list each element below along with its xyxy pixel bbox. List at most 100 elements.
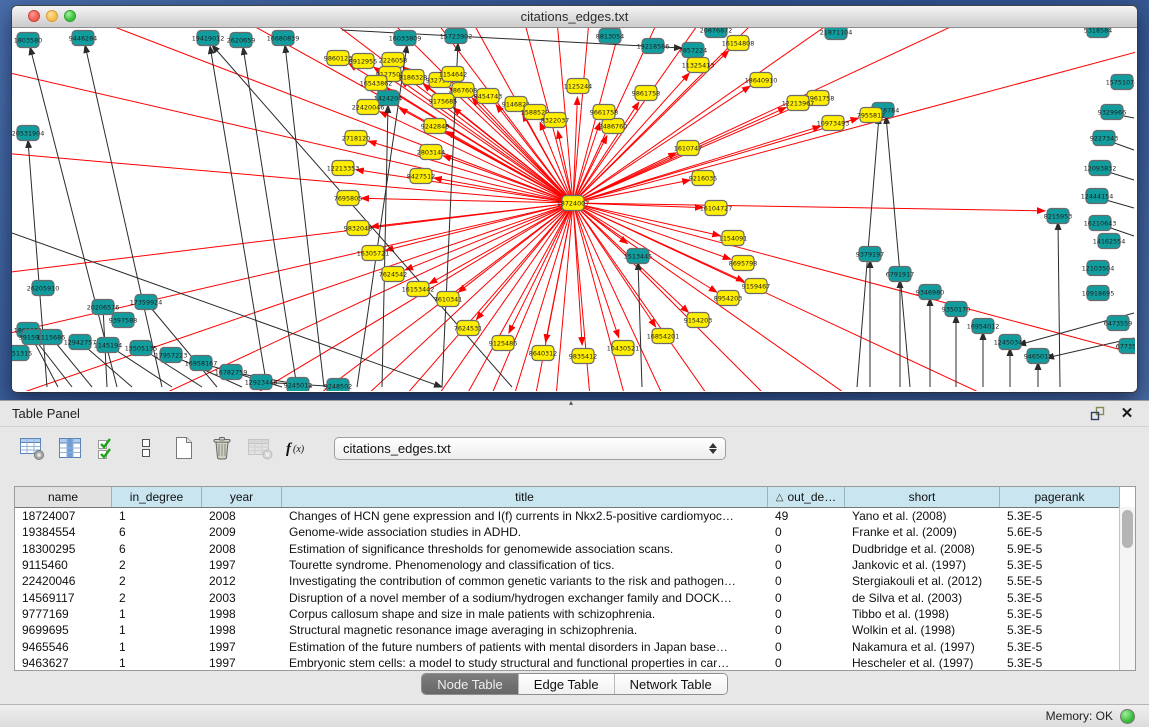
table-cell[interactable]: 14569117 — [15, 591, 112, 605]
table-cell[interactable]: Estimation of the future numbers of pati… — [282, 640, 768, 654]
table-cell[interactable]: Tibbo et al. (1998) — [845, 607, 1000, 621]
table-cell[interactable]: 5.3E-5 — [1000, 591, 1120, 605]
graph-node[interactable]: 8454743 — [474, 89, 502, 104]
table-cell[interactable]: Disruption of a novel member of a sodium… — [282, 591, 768, 605]
table-cell[interactable]: 2 — [112, 591, 202, 605]
graph-node[interactable]: 7610341 — [434, 292, 462, 307]
graph-node[interactable]: 2226058 — [379, 53, 407, 68]
table-cell[interactable]: Changes of HCN gene expression and I(f) … — [282, 509, 768, 523]
table-cell[interactable]: 1997 — [202, 558, 282, 572]
graph-node[interactable]: 5318584 — [1084, 28, 1112, 38]
new-column-icon[interactable] — [168, 432, 200, 464]
column-header-pagerank[interactable]: pagerank — [1000, 487, 1120, 507]
graph-node[interactable]: 9245012 — [284, 378, 312, 392]
table-cell[interactable]: 2008 — [202, 542, 282, 556]
graph-node[interactable]: 7624542 — [379, 267, 407, 282]
table-cell[interactable]: Jankovic et al. (1997) — [845, 558, 1000, 572]
table-cell[interactable]: 2003 — [202, 591, 282, 605]
table-dropdown[interactable]: citations_edges.txt — [334, 437, 726, 460]
graph-node[interactable]: 1154642 — [439, 67, 467, 82]
minimize-window-button[interactable] — [46, 10, 58, 22]
table-cell[interactable]: 9463627 — [15, 656, 112, 670]
graph-node[interactable]: 7695805 — [334, 191, 362, 206]
function-builder-icon[interactable]: f(x) — [282, 432, 314, 464]
graph-node[interactable]: 9832048 — [344, 221, 372, 236]
table-cell[interactable]: 9115460 — [15, 558, 112, 572]
zoom-window-button[interactable] — [64, 10, 76, 22]
table-cell[interactable]: 5.5E-5 — [1000, 574, 1120, 588]
table-cell[interactable]: 1998 — [202, 623, 282, 637]
graph-node[interactable]: 8695798 — [729, 256, 757, 271]
graph-node[interactable]: 8427512 — [407, 169, 435, 184]
network-canvas[interactable]: 1803580944628419419012262065916680839160… — [12, 28, 1135, 391]
graph-node[interactable]: 7857224 — [679, 43, 707, 58]
graph-node[interactable]: 1610747 — [674, 141, 702, 156]
table-cell[interactable]: 1998 — [202, 607, 282, 621]
table-cell[interactable]: 5.3E-5 — [1000, 656, 1120, 670]
column-header-short[interactable]: short — [845, 487, 1000, 507]
table-cell[interactable]: 9777169 — [15, 607, 112, 621]
table-cell[interactable]: 0 — [768, 525, 845, 539]
graph-node[interactable]: 9159467 — [742, 279, 770, 294]
graph-node[interactable]: 8640312 — [529, 346, 557, 361]
table-cell[interactable]: Dudbridge et al. (2008) — [845, 542, 1000, 556]
network-window-titlebar[interactable]: citations_edges.txt — [12, 6, 1137, 28]
table-cell[interactable]: 19384554 — [15, 525, 112, 539]
tab-node-table[interactable]: Node Table — [422, 674, 519, 694]
table-cell[interactable]: 2 — [112, 574, 202, 588]
table-row[interactable]: 1830029562008Estimation of significance … — [15, 541, 1135, 557]
table-cell[interactable]: 9465546 — [15, 640, 112, 654]
graph-node[interactable]: 2620659 — [227, 33, 255, 48]
clear-selection-icon[interactable] — [130, 432, 162, 464]
graph-node[interactable]: 9175685 — [429, 94, 457, 109]
table-mode-icon[interactable] — [16, 432, 48, 464]
close-window-button[interactable] — [28, 10, 40, 22]
graph-node[interactable]: 8186328 — [399, 70, 427, 85]
graph-node[interactable]: 1125244 — [564, 79, 592, 94]
table-cell[interactable]: 5.3E-5 — [1000, 509, 1120, 523]
table-cell[interactable]: de Silva et al. (2003) — [845, 591, 1000, 605]
scrollbar-thumb[interactable] — [1122, 510, 1133, 548]
table-cell[interactable]: 0 — [768, 607, 845, 621]
graph-node[interactable]: 9051315 — [12, 346, 32, 361]
table-cell[interactable]: Wolkin et al. (1998) — [845, 623, 1000, 637]
table-cell[interactable]: 1 — [112, 607, 202, 621]
table-cell[interactable]: 1997 — [202, 640, 282, 654]
graph-node[interactable]: 2718120 — [342, 131, 370, 146]
table-row[interactable]: 1872400712008Changes of HCN gene express… — [15, 508, 1135, 524]
graph-node[interactable]: 8322037 — [541, 113, 569, 128]
graph-node[interactable]: 9835412 — [569, 349, 597, 364]
table-cell[interactable]: 6 — [112, 525, 202, 539]
table-cell[interactable]: 22420046 — [15, 574, 112, 588]
column-select-icon[interactable] — [54, 432, 86, 464]
graph-node[interactable]: 9446284 — [69, 31, 97, 46]
memory-ok-icon[interactable] — [1120, 709, 1135, 724]
graph-node[interactable]: 9329966 — [1098, 105, 1126, 120]
graph-node[interactable]: 9248502 — [324, 379, 352, 392]
table-cell[interactable]: Yano et al. (2008) — [845, 509, 1000, 523]
close-panel-icon[interactable]: ✕ — [1119, 406, 1135, 422]
table-row[interactable]: 1456911722003Disruption of a novel membe… — [15, 589, 1135, 605]
table-cell[interactable]: 5.6E-5 — [1000, 525, 1120, 539]
table-row[interactable]: 946362711997Embryonic stem cells: a mode… — [15, 655, 1135, 670]
split-pane-grip[interactable]: ▴ — [569, 400, 573, 406]
graph-node[interactable]: 1115686 — [37, 330, 65, 345]
graph-node[interactable]: 9346980 — [916, 285, 944, 300]
table-cell[interactable]: 18724007 — [15, 509, 112, 523]
graph-node[interactable]: 7624531 — [454, 321, 482, 336]
table-cell[interactable]: Investigating the contribution of common… — [282, 574, 768, 588]
table-cell[interactable]: Estimation of significance thresholds fo… — [282, 542, 768, 556]
float-panel-icon[interactable] — [1089, 406, 1105, 422]
table-cell[interactable]: Corpus callosum shape and size in male p… — [282, 607, 768, 621]
table-cell[interactable]: 9699695 — [15, 623, 112, 637]
graph-node[interactable]: 8954203 — [714, 291, 742, 306]
graph-node[interactable]: 9227343 — [1090, 131, 1118, 146]
table-cell[interactable]: 5.3E-5 — [1000, 623, 1120, 637]
table-cell[interactable]: Genome-wide association studies in ADHD. — [282, 525, 768, 539]
table-row[interactable]: 977716911998Corpus callosum shape and si… — [15, 606, 1135, 622]
graph-node[interactable]: 9350170 — [942, 302, 970, 317]
table-cell[interactable]: Structural magnetic resonance image aver… — [282, 623, 768, 637]
table-cell[interactable]: Embryonic stem cells: a model to study s… — [282, 656, 768, 670]
table-cell[interactable]: 1 — [112, 623, 202, 637]
column-header-name[interactable]: name — [15, 487, 112, 507]
